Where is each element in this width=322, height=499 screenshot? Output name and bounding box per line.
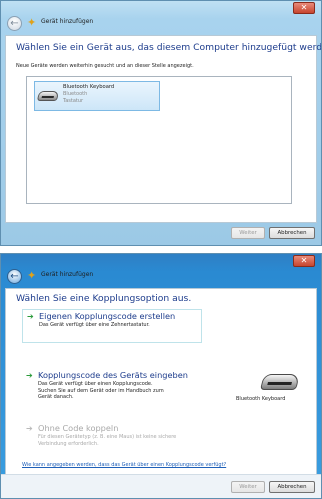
title-bar: ← ✦ Gerät hinzufügen — [1, 13, 321, 35]
green-arrow-icon: ➔ — [27, 312, 34, 321]
page-heading: Wählen Sie eine Kopplungsoption aus. — [16, 293, 192, 304]
title-bar: ← ✦ Gerät hinzufügen — [1, 266, 321, 288]
button-bar: Weiter Abbrechen — [1, 221, 321, 245]
keyboard-icon — [36, 91, 60, 101]
back-button[interactable]: ← — [7, 16, 22, 31]
option-title: Eigenen Kopplungscode erstellen — [39, 311, 176, 321]
wizard-sparkle-icon: ✦ — [27, 269, 37, 282]
option-description: Für diesen Gerätetyp (z. B. eine Maus) i… — [38, 434, 177, 447]
cancel-button[interactable]: Abbrechen — [269, 227, 315, 239]
option-description: Das Gerät verfügt über einen Kopplungsco… — [38, 381, 164, 400]
green-arrow-icon: ➔ — [26, 371, 33, 380]
keyboard-icon — [260, 374, 300, 390]
back-arrow-icon: ← — [10, 271, 19, 282]
device-name: Bluetooth Keyboard — [63, 84, 115, 90]
device-caption: Bluetooth Keyboard — [236, 396, 286, 402]
content-panel: Wählen Sie eine Kopplungsoption aus. ➔ E… — [5, 288, 317, 476]
next-button[interactable]: Weiter — [231, 227, 265, 239]
add-device-window-2: ✕ ← ✦ Gerät hinzufügen Wählen Sie eine K… — [0, 253, 322, 499]
device-list: Bluetooth Keyboard Bluetooth Tastatur — [26, 76, 292, 204]
option-pair-without-code: ➔ Ohne Code koppeln Für diesen Gerätetyp… — [22, 422, 202, 452]
option-description: Das Gerät verfügt über eine Zehnertastat… — [39, 322, 150, 328]
option-create-own-code[interactable]: ➔ Eigenen Kopplungscode erstellen Das Ge… — [22, 309, 202, 343]
cancel-button[interactable]: Abbrechen — [269, 481, 315, 493]
window-title: Gerät hinzufügen — [41, 271, 94, 278]
close-icon: ✕ — [300, 3, 308, 12]
device-category: Tastatur — [63, 98, 84, 104]
help-link[interactable]: Wie kann angegeben werden, dass das Gerä… — [22, 462, 226, 468]
device-item-bluetooth-keyboard[interactable]: Bluetooth Keyboard Bluetooth Tastatur — [34, 81, 160, 111]
window-title: Gerät hinzufügen — [41, 18, 94, 25]
content-panel: Wählen Sie ein Gerät aus, das diesem Com… — [5, 35, 321, 223]
search-status-text: Neue Geräte werden weiterhin gesucht und… — [16, 63, 194, 69]
option-title: Ohne Code koppeln — [38, 423, 119, 433]
add-device-window-1: ✕ ← ✦ Gerät hinzufügen Wählen Sie ein Ge… — [0, 0, 322, 246]
option-enter-device-code[interactable]: ➔ Kopplungscode des Geräts eingeben Das … — [22, 369, 202, 409]
page-heading: Wählen Sie ein Gerät aus, das diesem Com… — [16, 42, 322, 53]
window-gap — [0, 246, 322, 253]
close-icon: ✕ — [300, 256, 308, 265]
button-bar: Weiter Abbrechen — [1, 474, 321, 498]
wizard-sparkle-icon: ✦ — [27, 16, 37, 29]
back-arrow-icon: ← — [10, 18, 19, 29]
option-title: Kopplungscode des Geräts eingeben — [38, 370, 188, 380]
back-button[interactable]: ← — [7, 269, 22, 284]
device-type: Bluetooth — [63, 91, 88, 97]
grey-arrow-icon: ➔ — [26, 424, 33, 433]
next-button[interactable]: Weiter — [231, 481, 265, 493]
